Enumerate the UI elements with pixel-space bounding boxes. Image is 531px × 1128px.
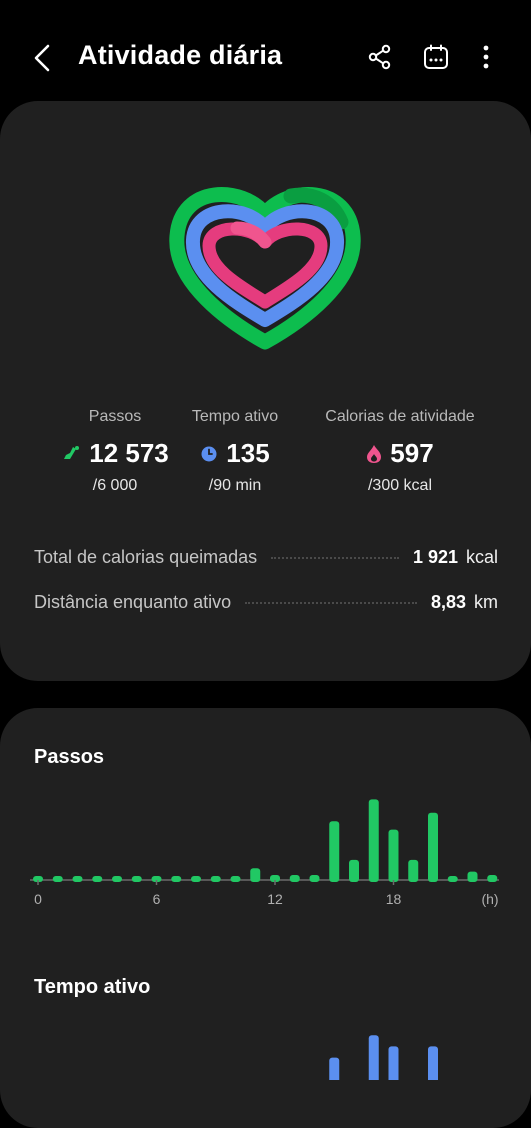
active-time-goal: /90 min: [208, 477, 262, 494]
steps-bar: [309, 874, 320, 882]
flame-icon: [367, 444, 382, 463]
activity-rings-heart: [169, 187, 361, 350]
total-calories-label: Total de calorias queimadas: [34, 546, 258, 567]
steps-goal: /6 000: [92, 477, 138, 494]
steps-label: Passos: [88, 408, 142, 425]
steps-bar: [487, 874, 498, 882]
steps-bar: [368, 799, 379, 882]
active-time-value: 135: [226, 438, 270, 468]
x-tick-label: 6: [153, 891, 161, 907]
steps-stat: Passos 12 573 /6 000: [34, 408, 196, 495]
steps-bar: [408, 859, 419, 882]
share-button[interactable]: [360, 36, 400, 78]
steps-bar: [112, 876, 122, 882]
steps-bar: [131, 876, 142, 882]
active-time-hourly-chart[interactable]: [0, 1010, 531, 1080]
leader-dots: [245, 602, 417, 604]
steps-bar: [329, 821, 340, 882]
steps-bar: [230, 876, 241, 882]
back-button[interactable]: [22, 36, 66, 80]
steps-bar: [72, 876, 83, 882]
total-calories-row: Total de calorias queimadas 1 921 kcal: [34, 545, 498, 569]
activity-calories-value: 597: [390, 438, 434, 468]
steps-bar: [171, 876, 182, 882]
active-distance-row: Distância enquanto ativo 8,83 km: [34, 590, 498, 614]
steps-hourly-chart[interactable]: 0 6 12 18 (h): [0, 770, 531, 920]
steps-icon: [64, 445, 80, 459]
page-title: Atividade diária: [78, 40, 283, 70]
app-header: Atividade diária: [0, 0, 531, 116]
x-tick-label: 0: [34, 891, 42, 907]
active-distance-value: 8,83: [430, 591, 466, 612]
active-time-label: Tempo ativo: [191, 408, 279, 425]
active-time-bar: [388, 1046, 399, 1080]
active-time-stat: Tempo ativo 135 /90 min: [180, 408, 290, 495]
more-icon: [483, 45, 489, 69]
steps-bar: [428, 812, 438, 882]
x-tick-label: 18: [386, 891, 402, 907]
more-options-button[interactable]: [466, 36, 506, 78]
steps-section-title: Passos: [34, 746, 105, 768]
leader-dots: [271, 557, 399, 559]
share-icon: [368, 44, 391, 70]
steps-bar: [388, 829, 399, 882]
steps-bar: [92, 876, 103, 882]
calendar-icon: [424, 44, 448, 69]
steps-bar: [52, 876, 63, 882]
active-time-section-title: Tempo ativo: [34, 976, 151, 998]
clock-icon: [201, 446, 217, 461]
active-time-bar: [329, 1057, 340, 1080]
back-icon: [34, 44, 50, 72]
total-calories-value: 1 921: [412, 546, 458, 567]
active-time-bar: [368, 1035, 379, 1080]
activity-calories-goal: /300 kcal: [367, 477, 433, 494]
active-distance-label: Distância enquanto ativo: [34, 591, 232, 612]
steps-bar: [349, 859, 359, 882]
total-calories-unit: kcal: [465, 546, 498, 567]
x-tick-label: 12: [267, 891, 283, 907]
steps-bar: [210, 876, 221, 882]
x-unit-label: (h): [481, 891, 498, 907]
steps-bar: [289, 874, 300, 882]
activity-calories-label: Calorias de atividade: [325, 408, 475, 425]
active-time-bar: [428, 1046, 438, 1080]
steps-bar: [250, 868, 261, 882]
calendar-button[interactable]: [416, 36, 456, 78]
active-distance-unit: km: [474, 591, 498, 612]
activity-calories-stat: Calorias de atividade 597 /300 kcal: [316, 408, 484, 495]
steps-bar: [191, 876, 201, 882]
steps-bar: [447, 876, 458, 882]
steps-bar: [467, 871, 478, 882]
steps-value: 12 573: [89, 438, 169, 468]
